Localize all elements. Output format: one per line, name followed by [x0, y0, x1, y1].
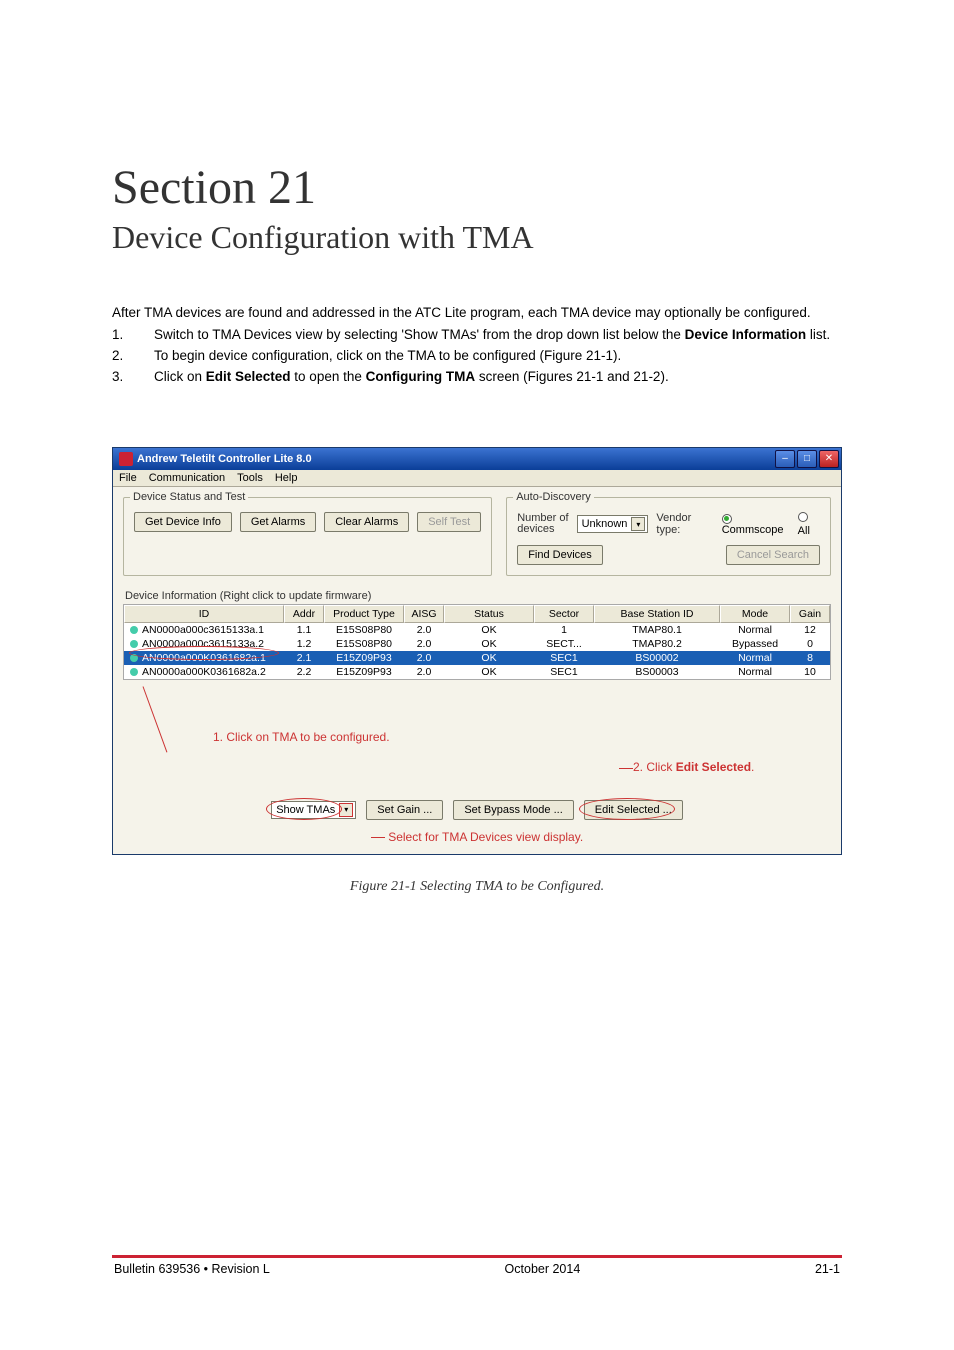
- col-status[interactable]: Status: [444, 605, 534, 623]
- annotation-line-1: [143, 686, 168, 752]
- step-2: 2. To begin device configuration, click …: [112, 347, 842, 366]
- footer-center: October 2014: [505, 1262, 581, 1276]
- figure-caption: Figure 21-1 Selecting TMA to be Configur…: [112, 879, 842, 895]
- vendor-commscope-label: Commscope: [722, 524, 784, 536]
- dropdown-arrow-icon: ▾: [339, 803, 353, 817]
- app-logo-icon: [119, 452, 133, 466]
- vendor-label: Vendor type:: [656, 512, 713, 536]
- menu-communication[interactable]: Communication: [149, 472, 225, 484]
- annotation-select-display: Select for TMA Devices view display.: [123, 830, 831, 844]
- annotation-line-2: [619, 768, 633, 769]
- step-3-bold2: Configuring TMA: [366, 369, 475, 384]
- self-test-button[interactable]: Self Test: [417, 512, 481, 532]
- vendor-commscope-radio[interactable]: Commscope: [722, 512, 790, 536]
- col-gain[interactable]: Gain: [790, 605, 830, 623]
- section-number-heading: Section 21: [112, 160, 842, 215]
- status-dot-icon: [130, 668, 138, 676]
- auto-discovery-legend: Auto-Discovery: [513, 491, 594, 503]
- table-header: ID Addr Product Type AISG Status Sector …: [124, 605, 830, 623]
- intro-text: After TMA devices are found and addresse…: [112, 304, 842, 322]
- view-selector-dropdown[interactable]: Show TMAs ▾: [271, 801, 356, 819]
- step-1-text-before: Switch to TMA Devices view by selecting …: [154, 327, 685, 342]
- col-bsid[interactable]: Base Station ID: [594, 605, 720, 623]
- step-3-number: 3.: [112, 368, 122, 387]
- step-3-before: Click on: [154, 369, 206, 384]
- device-info-label: Device Information (Right click to updat…: [125, 590, 831, 602]
- titlebar: Andrew Teletilt Controller Lite 8.0 – □ …: [113, 448, 841, 470]
- step-2-number: 2.: [112, 347, 122, 366]
- col-id[interactable]: ID: [124, 605, 284, 623]
- annotation-line-3: [371, 837, 385, 838]
- cancel-search-button[interactable]: Cancel Search: [726, 545, 820, 565]
- app-title-text: Andrew Teletilt Controller Lite 8.0: [137, 453, 312, 465]
- radio-unchecked-icon: [798, 512, 808, 522]
- menu-tools[interactable]: Tools: [237, 472, 263, 484]
- table-row[interactable]: AN0000a000K0361682a.12.1E15Z09P932.0OKSE…: [124, 651, 830, 665]
- device-status-legend: Device Status and Test: [130, 491, 248, 503]
- step-3: 3. Click on Edit Selected to open the Co…: [112, 368, 842, 387]
- col-aisg[interactable]: AISG: [404, 605, 444, 623]
- col-sector[interactable]: Sector: [534, 605, 594, 623]
- col-mode[interactable]: Mode: [720, 605, 790, 623]
- set-bypass-button[interactable]: Set Bypass Mode ...: [453, 800, 573, 820]
- status-dot-icon: [130, 640, 138, 648]
- status-dot-icon: [130, 654, 138, 662]
- step-3-bold1: Edit Selected: [206, 369, 291, 384]
- step-1: 1. Switch to TMA Devices view by selecti…: [112, 326, 842, 345]
- section-subtitle: Device Configuration with TMA: [112, 219, 842, 256]
- vendor-all-label: All: [798, 525, 810, 537]
- close-button[interactable]: ✕: [819, 450, 839, 468]
- footer-left: Bulletin 639536 • Revision L: [114, 1262, 270, 1276]
- step-1-text-after: list.: [806, 327, 830, 342]
- get-alarms-button[interactable]: Get Alarms: [240, 512, 316, 532]
- vendor-all-radio[interactable]: All: [798, 512, 820, 537]
- dropdown-arrow-icon: ▾: [631, 517, 645, 531]
- maximize-button[interactable]: □: [797, 450, 817, 468]
- footer-right: 21-1: [815, 1262, 840, 1276]
- step-1-bold: Device Information: [685, 327, 807, 342]
- numdev-label: Number of devices: [517, 513, 568, 535]
- numdev-dropdown[interactable]: Unknown ▾: [577, 515, 649, 533]
- step-2-text: To begin device configuration, click on …: [154, 347, 621, 366]
- radio-checked-icon: [722, 514, 732, 524]
- step-1-number: 1.: [112, 326, 122, 345]
- view-selector-value: Show TMAs: [276, 804, 335, 816]
- device-table: ID Addr Product Type AISG Status Sector …: [123, 604, 831, 680]
- annotation-click-edit: 2. Click Edit Selected.: [633, 760, 754, 774]
- get-device-info-button[interactable]: Get Device Info: [134, 512, 232, 532]
- step-3-mid: to open the: [291, 369, 366, 384]
- col-product-type[interactable]: Product Type: [324, 605, 404, 623]
- annotation-click-tma: 1. Click on TMA to be configured.: [213, 730, 390, 744]
- numdev-value: Unknown: [582, 518, 628, 530]
- table-row[interactable]: AN0000a000K0361682a.22.2E15Z09P932.0OKSE…: [124, 665, 830, 679]
- app-window: Andrew Teletilt Controller Lite 8.0 – □ …: [112, 447, 842, 855]
- table-row[interactable]: AN0000a000c3615133a.11.1E15S08P802.0OK1T…: [124, 623, 830, 637]
- footer-rule: [112, 1255, 842, 1258]
- table-row[interactable]: AN0000a000c3615133a.21.2E15S08P802.0OKSE…: [124, 637, 830, 651]
- menu-file[interactable]: File: [119, 472, 137, 484]
- step-3-after: screen (Figures 21-1 and 21-2).: [475, 369, 669, 384]
- menu-help[interactable]: Help: [275, 472, 298, 484]
- minimize-button[interactable]: –: [775, 450, 795, 468]
- app-title: Andrew Teletilt Controller Lite 8.0: [119, 452, 312, 466]
- col-addr[interactable]: Addr: [284, 605, 324, 623]
- find-devices-button[interactable]: Find Devices: [517, 545, 603, 565]
- clear-alarms-button[interactable]: Clear Alarms: [324, 512, 409, 532]
- device-status-group: Device Status and Test Get Device Info G…: [123, 497, 492, 576]
- set-gain-button[interactable]: Set Gain ...: [366, 800, 443, 820]
- menubar: File Communication Tools Help: [113, 470, 841, 487]
- status-dot-icon: [130, 626, 138, 634]
- page-footer: Bulletin 639536 • Revision L October 201…: [112, 1262, 842, 1276]
- edit-selected-button[interactable]: Edit Selected ...: [584, 800, 683, 820]
- auto-discovery-group: Auto-Discovery Number of devices Unknown…: [506, 497, 831, 576]
